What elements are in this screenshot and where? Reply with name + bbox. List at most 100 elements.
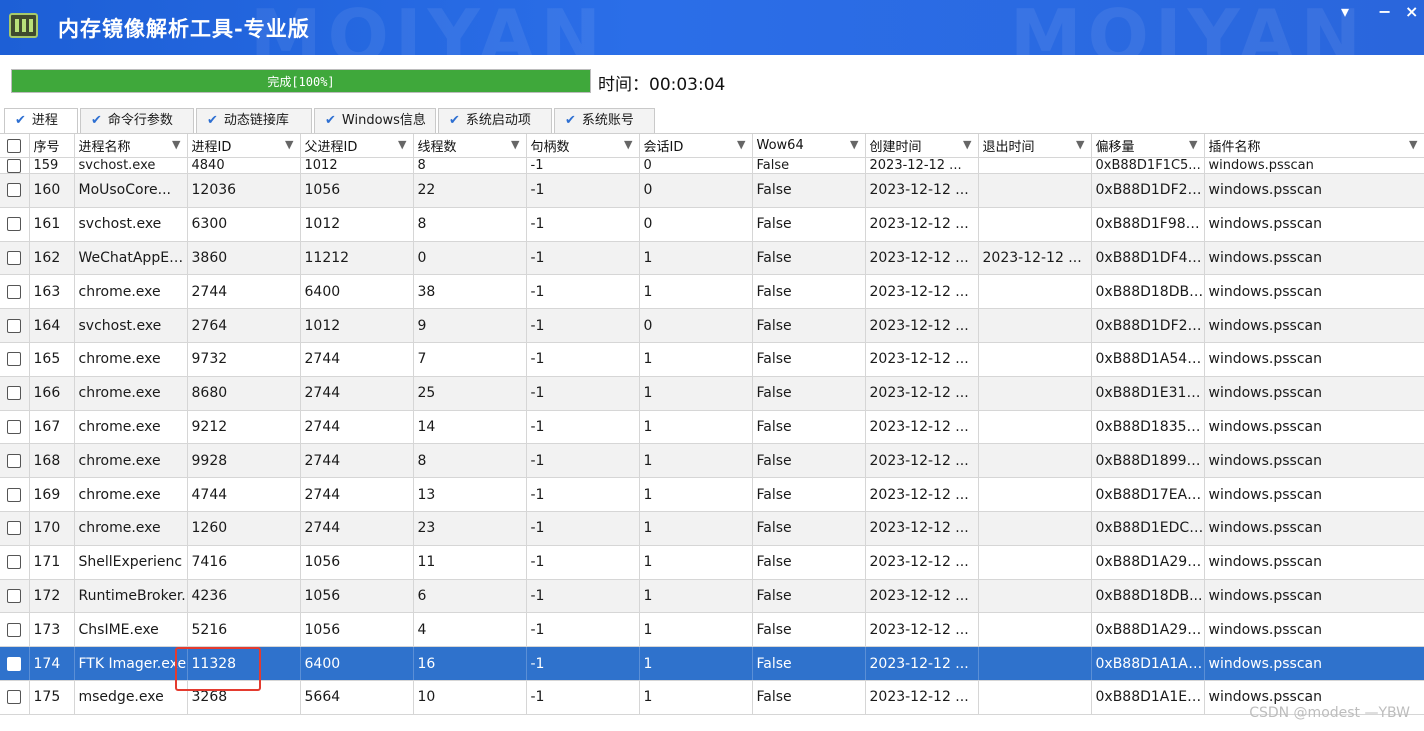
cell-pid: 7416	[187, 545, 301, 580]
row-checkbox[interactable]	[0, 646, 30, 681]
cell-wow64: False	[752, 241, 866, 276]
cell-handles: -1	[526, 274, 640, 310]
row-checkbox[interactable]	[0, 477, 30, 512]
column-header-session[interactable]: 会话ID ▼	[639, 134, 753, 158]
row-checkbox[interactable]	[0, 207, 30, 242]
close-button[interactable]: ×	[1405, 2, 1418, 21]
cell-exit-time	[978, 646, 1092, 681]
filter-icon[interactable]: ▼	[850, 138, 858, 151]
tab-cmdline[interactable]: ✔ 命令行参数	[80, 108, 194, 133]
row-checkbox[interactable]	[0, 274, 30, 310]
cell-offset: 0xB88D18DB...	[1091, 579, 1205, 614]
filter-icon[interactable]: ▼	[1189, 138, 1197, 151]
cell-plugin: windows.psscan	[1204, 241, 1424, 276]
row-checkbox[interactable]	[0, 342, 30, 377]
filter-icon[interactable]: ▼	[963, 138, 971, 151]
check-icon: ✔	[325, 113, 336, 128]
cell-process-name: FTK Imager.exe	[74, 646, 188, 681]
table-row[interactable]: 170 chrome.exe 1260 2744 23 -1 1 False 2023-12-1…	[0, 511, 1424, 546]
row-checkbox[interactable]	[0, 443, 30, 479]
cell-plugin: windows.psscan	[1204, 477, 1424, 512]
row-checkbox[interactable]	[0, 410, 30, 445]
tab-dlls[interactable]: ✔ 动态链接库	[196, 108, 312, 133]
tab-strip: ✔ 进程 ✔ 命令行参数 ✔ 动态链接库 ✔ Windows信息 ✔ 系统启动项 ✔ 系统账…	[0, 108, 1424, 134]
cell-ppid: 2744	[300, 376, 414, 411]
tab-accounts[interactable]: ✔ 系统账号	[554, 108, 655, 133]
cell-threads: 13	[413, 477, 527, 512]
row-checkbox[interactable]	[0, 511, 30, 546]
column-header-plugin[interactable]: 插件名称 ▼	[1204, 134, 1424, 158]
cell-offset: 0xB88D18992...	[1091, 443, 1205, 479]
cell-session-id: 1	[639, 680, 753, 715]
tab-startup[interactable]: ✔ 系统启动项	[438, 108, 552, 133]
cell-threads: 23	[413, 511, 527, 546]
column-header-name[interactable]: 进程名称 ▼	[74, 134, 188, 158]
column-header-offset[interactable]: 偏移量 ▼	[1091, 134, 1205, 158]
table-row[interactable]: 162 WeChatAppEx... 3860 11212 0 -1 1 False 2023-…	[0, 241, 1424, 276]
cell-create-time: 2023-12-12 ...	[865, 545, 979, 580]
cell-offset: 0xB88D1DF41...	[1091, 241, 1205, 276]
table-row[interactable]: 171 ShellExperienc 7416 1056 11 -1 1 False 2023-…	[0, 545, 1424, 580]
table-row[interactable]: 173 ChsIME.exe 5216 1056 4 -1 1 False 2023-12-12…	[0, 612, 1424, 648]
row-checkbox[interactable]	[0, 545, 30, 580]
cell-ppid: 1056	[300, 612, 414, 648]
column-header-create-time[interactable]: 创建时间 ▼	[865, 134, 979, 158]
table-row[interactable]: 166 chrome.exe 8680 2744 25 -1 1 False 2023-12-1…	[0, 376, 1424, 411]
filter-icon[interactable]: ▼	[285, 138, 293, 151]
filter-icon[interactable]: ▼	[511, 138, 519, 151]
cell-index: 170	[29, 511, 75, 546]
column-header-index[interactable]: 序号	[29, 134, 75, 158]
cell-session-id: 0	[639, 207, 753, 242]
column-header-handles[interactable]: 句柄数 ▼	[526, 134, 640, 158]
table-row[interactable]: 161 svchost.exe 6300 1012 8 -1 0 False 2023-12-1…	[0, 207, 1424, 242]
column-header-wow64[interactable]: Wow64 ▼	[752, 134, 866, 158]
select-all-checkbox[interactable]	[0, 134, 30, 158]
row-checkbox[interactable]	[0, 680, 30, 715]
filter-icon[interactable]: ▼	[1409, 138, 1417, 151]
cell-wow64: False	[752, 545, 866, 580]
cell-pid: 4236	[187, 579, 301, 614]
check-icon: ✔	[15, 113, 26, 128]
column-header-exit-time[interactable]: 退出时间 ▼	[978, 134, 1092, 158]
table-row[interactable]: 165 chrome.exe 9732 2744 7 -1 1 False 2023-12-12…	[0, 342, 1424, 377]
table-row[interactable]: 163 chrome.exe 2744 6400 38 -1 1 False 2023-12-1…	[0, 274, 1424, 310]
table-row[interactable]: 172 RuntimeBroker. 4236 1056 6 -1 1 False 2023-1…	[0, 579, 1424, 614]
table-row[interactable]: 159 svchost.exe 4840 1012 8 -1 0 False 2023-12-1…	[0, 157, 1424, 174]
filter-icon[interactable]: ▼	[737, 138, 745, 151]
table-row[interactable]: 168 chrome.exe 9928 2744 8 -1 1 False 2023-12-12…	[0, 443, 1424, 479]
minimize-button[interactable]: −	[1378, 2, 1391, 21]
check-icon: ✔	[91, 113, 102, 128]
table-row[interactable]: 169 chrome.exe 4744 2744 13 -1 1 False 2023-12-1…	[0, 477, 1424, 512]
filter-icon[interactable]: ▼	[624, 138, 632, 151]
row-checkbox[interactable]	[0, 308, 30, 343]
filter-icon[interactable]: ▼	[1076, 138, 1084, 151]
column-header-pid[interactable]: 进程ID ▼	[187, 134, 301, 158]
pin-menu-icon[interactable]: ▾	[1341, 2, 1349, 21]
column-header-ppid[interactable]: 父进程ID ▼	[300, 134, 414, 158]
filter-icon[interactable]: ▼	[172, 138, 180, 151]
row-checkbox[interactable]	[0, 157, 30, 174]
check-icon: ✔	[565, 113, 576, 128]
tab-processes[interactable]: ✔ 进程	[4, 108, 78, 134]
cell-index: 161	[29, 207, 75, 242]
table-row[interactable]: 160 MoUsoCore... 12036 1056 22 -1 0 False 2023-1…	[0, 173, 1424, 208]
row-checkbox[interactable]	[0, 612, 30, 648]
tab-windows-info[interactable]: ✔ Windows信息	[314, 108, 436, 133]
cell-create-time: 2023-12-12 ...	[865, 443, 979, 479]
row-checkbox[interactable]	[0, 579, 30, 614]
row-checkbox[interactable]	[0, 173, 30, 208]
cell-threads: 25	[413, 376, 527, 411]
cell-handles: -1	[526, 443, 640, 479]
tab-label: 命令行参数	[107, 113, 173, 128]
cell-offset: 0xB88D1A54C...	[1091, 342, 1205, 377]
tab-label: 系统启动项	[465, 113, 531, 128]
table-row[interactable]: 167 chrome.exe 9212 2744 14 -1 1 False 2023-12-1…	[0, 410, 1424, 445]
row-checkbox[interactable]	[0, 376, 30, 411]
column-header-threads[interactable]: 线程数 ▼	[413, 134, 527, 158]
cell-exit-time	[978, 207, 1092, 242]
filter-icon[interactable]: ▼	[398, 138, 406, 151]
row-checkbox[interactable]	[0, 241, 30, 276]
table-row[interactable]: 164 svchost.exe 2764 1012 9 -1 0 False 2023-12-1…	[0, 308, 1424, 343]
cell-handles: -1	[526, 376, 640, 411]
cell-offset: 0xB88D1A296...	[1091, 612, 1205, 648]
